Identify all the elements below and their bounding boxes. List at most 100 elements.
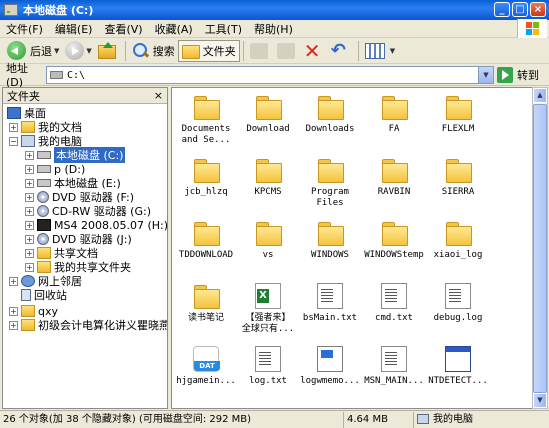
file-item[interactable]: cmd.txt bbox=[362, 283, 426, 324]
expand-icon[interactable]: + bbox=[25, 178, 34, 188]
expand-icon[interactable]: + bbox=[25, 248, 34, 258]
tree-item-drive-e[interactable]: + 本地磁盘 (E:) bbox=[25, 176, 121, 190]
tree-item-drive-d[interactable]: + p (D:) bbox=[25, 162, 85, 176]
expand-icon[interactable]: + bbox=[25, 192, 34, 202]
file-item[interactable]: FA bbox=[362, 94, 426, 135]
close-icon[interactable]: × bbox=[154, 89, 163, 102]
file-item[interactable]: hjgamein... bbox=[174, 346, 238, 387]
tree-item-qxy[interactable]: + qxy bbox=[9, 304, 58, 318]
status-objects: 26 个对象(加 38 个隐藏对象) (可用磁盘空间: 292 MB) bbox=[0, 411, 344, 428]
collapse-icon[interactable]: − bbox=[9, 136, 18, 146]
tree-item-my-computer[interactable]: − 我的电脑 bbox=[9, 134, 82, 148]
back-button[interactable]: 后退 ▼ bbox=[4, 40, 62, 62]
folder-icon bbox=[193, 283, 220, 309]
file-item[interactable]: WINDOWStemp bbox=[362, 220, 426, 261]
file-item[interactable]: debug.log bbox=[426, 283, 490, 324]
folder-icon bbox=[21, 305, 35, 317]
expand-icon[interactable]: + bbox=[25, 234, 34, 244]
tree-item-my-documents[interactable]: + 我的文档 bbox=[9, 120, 82, 134]
scrollbar-thumb[interactable] bbox=[533, 104, 547, 393]
file-item[interactable]: Downloads bbox=[298, 94, 362, 135]
file-item[interactable]: 【强者来】 全球只有... bbox=[236, 283, 300, 335]
views-button[interactable]: ▼ bbox=[362, 40, 398, 62]
expand-icon[interactable]: + bbox=[9, 276, 18, 286]
expand-icon[interactable]: + bbox=[9, 122, 18, 132]
tree-item-drive-g[interactable]: + CD-RW 驱动器 (G:) bbox=[25, 204, 151, 218]
file-item[interactable]: FLEXLM bbox=[426, 94, 490, 135]
up-folder-button[interactable] bbox=[95, 40, 122, 62]
tree-item-drive-f[interactable]: + DVD 驱动器 (F:) bbox=[25, 190, 134, 204]
file-item[interactable]: xiaoi_log bbox=[426, 220, 490, 261]
expand-icon[interactable]: + bbox=[9, 320, 18, 330]
expand-icon[interactable]: + bbox=[25, 262, 34, 272]
search-button[interactable]: 搜索 bbox=[129, 40, 178, 62]
expand-icon[interactable]: + bbox=[25, 150, 34, 160]
menu-edit[interactable]: 编辑(E) bbox=[49, 21, 99, 37]
menu-file[interactable]: 文件(F) bbox=[0, 21, 49, 37]
menu-tools[interactable]: 工具(T) bbox=[199, 21, 248, 37]
search-icon bbox=[132, 42, 150, 60]
copy-to-button[interactable] bbox=[274, 40, 301, 62]
move-to-button[interactable] bbox=[247, 40, 274, 62]
file-item[interactable]: Documents and Se... bbox=[174, 94, 238, 146]
file-name: vs bbox=[262, 250, 274, 260]
folder-icon bbox=[181, 45, 200, 59]
address-path: C:\ bbox=[67, 69, 86, 81]
expand-icon[interactable]: + bbox=[9, 306, 18, 316]
file-item[interactable]: 读书笔记 bbox=[174, 283, 238, 324]
delete-button[interactable]: ✕ bbox=[301, 40, 328, 62]
menu-help[interactable]: 帮助(H) bbox=[248, 21, 299, 37]
undo-button[interactable]: ↶ bbox=[328, 40, 355, 62]
chevron-down-icon[interactable]: ▼ bbox=[54, 47, 59, 55]
vertical-scrollbar[interactable]: ▲ ▼ bbox=[532, 87, 548, 409]
go-button[interactable]: 转到 bbox=[497, 67, 539, 83]
file-name: bsMain.txt bbox=[302, 313, 358, 323]
expand-icon[interactable]: + bbox=[25, 164, 34, 174]
tree-item-desktop[interactable]: 桌面 bbox=[7, 106, 46, 120]
toolbar-separator bbox=[357, 40, 359, 61]
expand-icon[interactable]: + bbox=[25, 206, 34, 216]
file-item[interactable]: vs bbox=[236, 220, 300, 261]
file-item[interactable]: Download bbox=[236, 94, 300, 135]
file-item[interactable]: WINDOWS bbox=[298, 220, 362, 261]
menu-favorites[interactable]: 收藏(A) bbox=[149, 21, 199, 37]
chevron-down-icon[interactable]: ▼ bbox=[478, 67, 493, 83]
file-item[interactable]: SIERRA bbox=[426, 157, 490, 198]
forward-button[interactable]: ▼ bbox=[62, 40, 94, 62]
file-item[interactable]: logwmemo... bbox=[298, 346, 362, 387]
close-button[interactable]: × bbox=[530, 2, 546, 17]
address-label: 地址(D) bbox=[6, 62, 28, 89]
scroll-up-arrow-icon[interactable]: ▲ bbox=[533, 88, 547, 103]
tree-item-drive-c[interactable]: + 本地磁盘 (C:) bbox=[25, 147, 126, 163]
scroll-down-arrow-icon[interactable]: ▼ bbox=[533, 393, 547, 408]
file-item[interactable]: RAVBIN bbox=[362, 157, 426, 198]
memo-file-icon bbox=[317, 346, 343, 372]
file-item[interactable]: MSN_MAIN... bbox=[362, 346, 426, 387]
chevron-down-icon[interactable]: ▼ bbox=[390, 47, 395, 55]
file-item[interactable]: KPCMS bbox=[236, 157, 300, 198]
expand-icon[interactable]: + bbox=[25, 220, 34, 230]
file-name: MSN_MAIN... bbox=[364, 376, 424, 386]
tree-item-network[interactable]: + 网上邻居 bbox=[9, 274, 82, 288]
tree-item-drive-h[interactable]: + MS4 2008.05.07 (H:) bbox=[25, 218, 167, 232]
maximize-button[interactable]: □ bbox=[512, 2, 528, 17]
file-item[interactable]: Program Files bbox=[298, 157, 362, 209]
file-item[interactable]: bsMain.txt bbox=[298, 283, 362, 324]
chevron-down-icon[interactable]: ▼ bbox=[86, 47, 91, 55]
file-item[interactable]: jcb_hlzq bbox=[174, 157, 238, 198]
menu-view[interactable]: 查看(V) bbox=[98, 21, 148, 37]
tree-item-recycle-bin[interactable]: 回收站 bbox=[21, 288, 67, 302]
minimize-button[interactable]: _ bbox=[494, 2, 510, 17]
dat-file-icon bbox=[193, 346, 220, 372]
file-name: jcb_hlzq bbox=[184, 187, 228, 197]
file-item[interactable]: TDDOWNLOAD bbox=[174, 220, 238, 261]
file-item[interactable]: NTDETECT... bbox=[426, 346, 490, 387]
tree-item-shared-documents[interactable]: + 共享文档 bbox=[25, 246, 98, 260]
tree-item-lecture-folder[interactable]: + 初级会计电算化讲义瞿晓燕 bbox=[9, 318, 167, 332]
go-label: 转到 bbox=[517, 69, 539, 82]
file-item[interactable]: log.txt bbox=[236, 346, 300, 387]
tree-item-drive-j[interactable]: + DVD 驱动器 (J:) bbox=[25, 232, 132, 246]
tree-item-my-shared-folder[interactable]: + 我的共享文件夹 bbox=[25, 260, 131, 274]
folders-button[interactable]: 文件夹 bbox=[177, 39, 240, 62]
address-input[interactable]: C:\ ▼ bbox=[46, 66, 494, 84]
